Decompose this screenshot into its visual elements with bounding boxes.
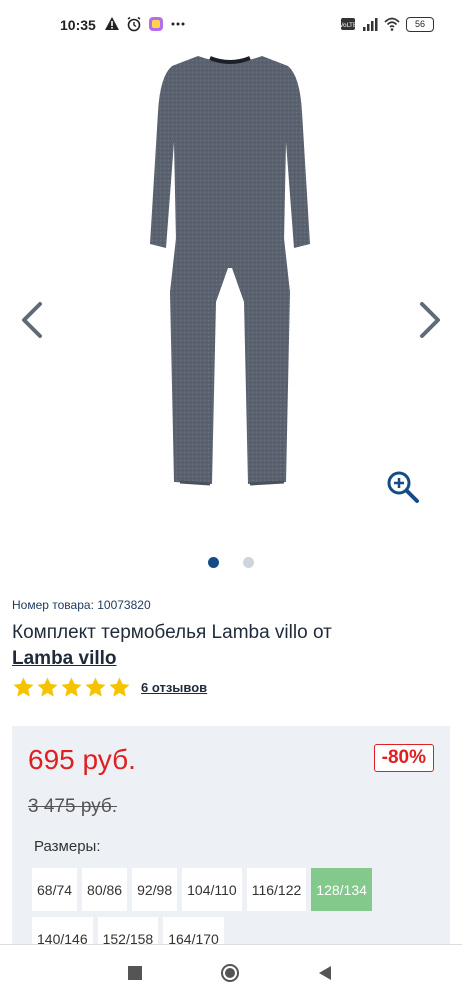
star-icon <box>37 677 58 697</box>
svg-text:VoLTE: VoLTE <box>340 22 356 29</box>
brand-link[interactable]: Lamba villo <box>12 648 117 669</box>
status-time: 10:35 <box>60 17 96 33</box>
product-gallery[interactable] <box>0 52 462 582</box>
volte-icon: VoLTE <box>340 18 356 30</box>
app-icon <box>149 17 163 31</box>
status-bar: 10:35 VoLTE 56 <box>0 0 462 52</box>
alarm-icon <box>127 16 141 32</box>
gallery-pagination <box>0 557 462 568</box>
system-navigation-bar <box>0 944 462 1000</box>
wifi-icon <box>384 17 400 31</box>
pagination-dot[interactable] <box>208 557 219 568</box>
product-rating: 6 отзывов <box>12 676 207 699</box>
zoom-icon[interactable] <box>386 470 420 504</box>
home-icon[interactable] <box>220 963 240 983</box>
battery-icon: 56 <box>406 16 434 32</box>
reviews-link[interactable]: 6 отзывов <box>141 680 207 695</box>
star-icon <box>85 677 106 697</box>
pagination-dot[interactable] <box>243 557 254 568</box>
star-icon <box>13 677 34 697</box>
price-panel: 695 руб. -80% 3 475 руб. Размеры: 68/74 8… <box>12 726 450 960</box>
previous-image-arrow-icon[interactable] <box>16 300 48 340</box>
size-option[interactable]: 116/122 <box>246 868 307 911</box>
more-icon <box>171 22 185 26</box>
back-icon[interactable] <box>315 963 335 983</box>
product-title-text: Комплект термобелья Lamba villo от <box>12 622 332 643</box>
size-option[interactable]: 128/134 <box>311 868 372 911</box>
old-price: 3 475 руб. <box>28 796 118 817</box>
next-image-arrow-icon[interactable] <box>414 300 446 340</box>
size-option[interactable]: 92/98 <box>132 868 178 911</box>
star-icon <box>61 677 82 697</box>
sizes-label: Размеры: <box>34 838 101 855</box>
size-option[interactable]: 68/74 <box>32 868 78 911</box>
size-option[interactable]: 80/86 <box>82 868 128 911</box>
rating-stars <box>12 676 131 699</box>
signal-icon <box>363 18 378 31</box>
product-title: Комплект термобелья Lamba villo от Lamba… <box>12 620 452 672</box>
star-icon <box>109 677 130 697</box>
size-option[interactable]: 104/110 <box>182 868 242 911</box>
warning-icon <box>105 17 119 30</box>
thermal-underwear-set-image[interactable] <box>140 52 320 492</box>
current-price: 695 руб. <box>28 744 136 775</box>
product-sku: Номер товара: 10073820 <box>12 598 151 612</box>
recent-apps-icon[interactable] <box>125 963 145 983</box>
discount-badge: -80% <box>373 744 434 772</box>
